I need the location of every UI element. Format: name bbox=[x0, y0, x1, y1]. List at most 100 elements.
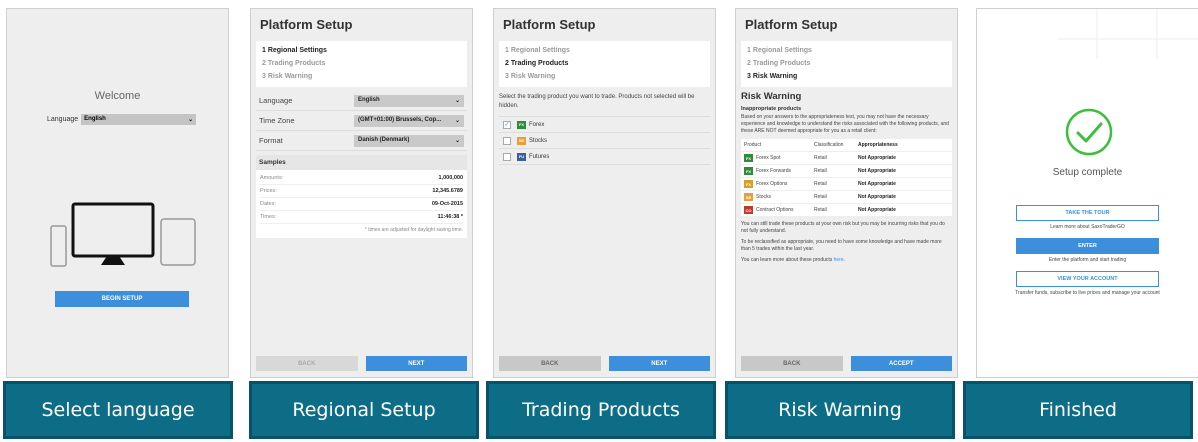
chevron-down-icon: ⌄ bbox=[454, 117, 460, 124]
product-name: Futures bbox=[529, 153, 550, 160]
monitor-icon bbox=[71, 202, 155, 258]
product-row-stocks[interactable]: SE Stocks bbox=[499, 133, 710, 149]
button-bar: BACK NEXT bbox=[256, 356, 467, 371]
appropriateness: Not Appropriate bbox=[858, 207, 896, 213]
screen-trading-products: Platform Setup 1 Regional Settings 2 Tra… bbox=[493, 8, 716, 378]
appropriateness: Not Appropriate bbox=[858, 155, 896, 161]
caption-select-language: Select language bbox=[3, 381, 233, 439]
table-row: FX Forex Spot Retail Not Appropriate bbox=[741, 152, 952, 165]
setup-complete-title: Setup complete bbox=[1052, 167, 1123, 178]
step-1: 1 Regional Settings bbox=[262, 47, 327, 54]
sample-value: 09-Oct-2015 bbox=[431, 201, 463, 207]
chevron-down-icon: ⌄ bbox=[454, 137, 460, 144]
sample-label: Times: bbox=[260, 214, 277, 220]
enter-note: Enter the platform and start trading bbox=[1048, 257, 1127, 263]
checkbox[interactable] bbox=[503, 152, 511, 161]
caption-regional-setup: Regional Setup bbox=[249, 381, 479, 439]
product-row-futures[interactable]: FU Futures bbox=[499, 149, 710, 165]
language-label: Language bbox=[47, 116, 79, 123]
language-select[interactable]: English ⌄ bbox=[81, 114, 197, 125]
timezone-field: Time Zone (GMT+01:00) Brussels, Cop... ⌄ bbox=[256, 111, 467, 131]
sample-label: Dates: bbox=[260, 201, 276, 207]
product-name: Stocks bbox=[529, 137, 548, 144]
stocks-tag-icon: SE bbox=[744, 193, 753, 201]
timezone-select[interactable]: (GMT+01:00) Brussels, Cop... ⌄ bbox=[354, 114, 464, 127]
appropriateness: Not Appropriate bbox=[858, 181, 896, 187]
format-select[interactable]: Danish (Denmark) ⌄ bbox=[354, 134, 464, 147]
accept-button[interactable]: ACCEPT bbox=[850, 356, 952, 371]
faint-background-grid bbox=[1057, 9, 1198, 59]
forex-tag-icon: FX bbox=[517, 120, 526, 129]
risk-intro: Based on your answers to the appropriate… bbox=[741, 114, 949, 134]
risk-para-2: To be reclassified as appropriate, you n… bbox=[741, 239, 942, 252]
back-button[interactable]: BACK bbox=[741, 356, 843, 371]
view-account-button[interactable]: VIEW YOUR ACCOUNT bbox=[1016, 271, 1159, 287]
tablet-icon bbox=[160, 218, 196, 266]
futures-tag-icon: FU bbox=[517, 152, 526, 161]
screen-finished: Setup complete TAKE THE TOUR Learn more … bbox=[976, 8, 1198, 378]
sample-row: Amounts: 1,000,000 bbox=[260, 172, 463, 185]
take-tour-button[interactable]: TAKE THE TOUR bbox=[1016, 205, 1159, 221]
learn-more-link[interactable]: here. bbox=[834, 257, 845, 263]
sample-row: Dates: 09-Oct-2015 bbox=[260, 198, 463, 211]
forex-tag-icon: FX bbox=[744, 154, 753, 162]
product-name: Stocks bbox=[756, 194, 772, 200]
screen-select-language: Welcome Language English ⌄ BEGIN SETUP bbox=[6, 8, 229, 378]
classification: Retail bbox=[814, 194, 827, 200]
chevron-down-icon: ⌄ bbox=[188, 117, 194, 123]
chevron-down-icon: ⌄ bbox=[454, 97, 460, 104]
learn-more-text: You can learn more about these products bbox=[741, 257, 834, 263]
button-bar: BACK ACCEPT bbox=[741, 356, 952, 371]
table-row: FX Forex Forwards Retail Not Appropriate bbox=[741, 165, 952, 178]
page-title: Platform Setup bbox=[503, 17, 596, 32]
step-list: 1 Regional Settings 2 Trading Products 3… bbox=[741, 41, 952, 87]
welcome-title: Welcome bbox=[94, 90, 141, 102]
step-3: 3 Risk Warning bbox=[747, 73, 798, 80]
language-value: English bbox=[358, 96, 380, 103]
next-button[interactable]: NEXT bbox=[608, 356, 710, 371]
classification: Retail bbox=[814, 207, 827, 213]
screen-risk-warning: Platform Setup 1 Regional Settings 2 Tra… bbox=[735, 8, 958, 378]
risk-para-3: You can learn more about these products … bbox=[741, 257, 952, 264]
products-table: Product Classification Appropriateness F… bbox=[741, 139, 952, 217]
back-button[interactable]: BACK bbox=[256, 356, 358, 371]
sample-value: 12,345.6789 bbox=[432, 188, 463, 194]
step-1: 1 Regional Settings bbox=[747, 47, 812, 54]
sample-row: Times: 11:46:38 * bbox=[260, 211, 463, 224]
product-row-forex[interactable]: ✓ FX Forex bbox=[499, 117, 710, 133]
risk-para-1: You can still trade these products at yo… bbox=[741, 221, 945, 234]
back-button[interactable]: BACK bbox=[499, 356, 601, 371]
product-name: Forex Spot bbox=[756, 155, 781, 161]
product-name: Forex bbox=[529, 121, 545, 128]
product-name: Forex Forwards bbox=[756, 168, 792, 174]
format-label: Format bbox=[259, 136, 283, 145]
step-list: 1 Regional Settings 2 Trading Products 3… bbox=[256, 41, 467, 87]
classification: Retail bbox=[814, 155, 827, 161]
language-value: English bbox=[84, 116, 106, 122]
table-row: FX Forex Options Retail Not Appropriate bbox=[741, 178, 952, 191]
check-circle-icon bbox=[1065, 108, 1113, 156]
samples-box: Amounts: 1,000,000 Prices: 12,345.6789 Dat… bbox=[256, 170, 467, 238]
sample-label: Amounts: bbox=[260, 175, 284, 181]
timezone-label: Time Zone bbox=[259, 116, 295, 125]
format-field: Format Danish (Denmark) ⌄ bbox=[256, 131, 467, 151]
step-3: 3 Risk Warning bbox=[262, 73, 313, 80]
forex-tag-icon: FX bbox=[744, 167, 753, 175]
checkbox[interactable]: ✓ bbox=[503, 120, 511, 129]
phone-icon bbox=[50, 225, 67, 267]
button-bar: BACK NEXT bbox=[499, 356, 710, 371]
sample-value: 1,000,000 bbox=[438, 175, 463, 181]
classification: Retail bbox=[814, 168, 827, 174]
language-select[interactable]: English ⌄ bbox=[354, 94, 464, 107]
appropriateness: Not Appropriate bbox=[858, 194, 896, 200]
next-button[interactable]: NEXT bbox=[365, 356, 467, 371]
begin-setup-button[interactable]: BEGIN SETUP bbox=[55, 291, 189, 307]
language-row: Language English ⌄ bbox=[47, 114, 197, 125]
checkbox[interactable] bbox=[503, 136, 511, 145]
screen-regional-setup: Platform Setup 1 Regional Settings 2 Tra… bbox=[250, 8, 473, 378]
table-row: SE Stocks Retail Not Appropriate bbox=[741, 191, 952, 204]
classification: Retail bbox=[814, 181, 827, 187]
risk-warning-body: Risk Warning Inappropriate products Base… bbox=[741, 91, 952, 264]
enter-button[interactable]: ENTER bbox=[1016, 238, 1159, 254]
col-product: Product bbox=[744, 142, 762, 148]
